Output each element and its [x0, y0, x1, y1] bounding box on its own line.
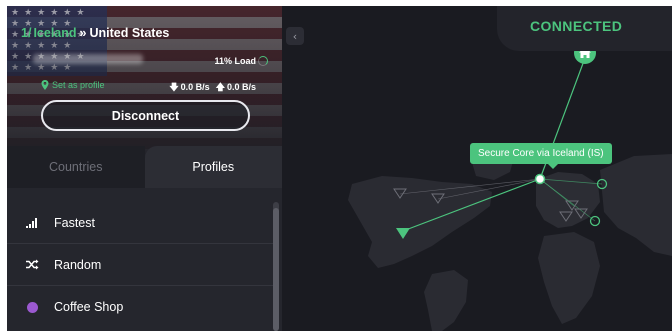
profiles-list: Fastest Random Coffee Shop — [7, 202, 277, 328]
set-as-profile-label: Set as profile — [52, 80, 105, 90]
route-destination: United States — [89, 26, 170, 40]
download-speed-value: 0.0 B/s — [180, 82, 210, 92]
world-map: ‹ CONNECTED Secure Core via Iceland (IS) — [282, 6, 672, 331]
upload-speed-value: 0.0 B/s — [226, 82, 256, 92]
profile-item-fastest[interactable]: Fastest — [7, 202, 277, 244]
africa-landmass — [538, 232, 600, 324]
route-separator: » — [79, 26, 87, 40]
signal-bars-icon — [24, 216, 40, 230]
upload-speed: 🡅 0.0 B/s — [216, 80, 256, 96]
server-load: 11% Load — [214, 56, 256, 66]
vpn-app-window: ★★★★★★ ★★★★★ ★★★★★★ ★★★★★ ★★★★★★ ★★★★★ 1… — [7, 6, 672, 331]
upload-arrow-icon: 🡅 — [215, 83, 225, 93]
north-america-landmass — [348, 176, 492, 268]
pin-icon — [41, 80, 49, 90]
route-via-country: Iceland — [33, 26, 77, 40]
profile-item-label: Coffee Shop — [54, 300, 124, 314]
purple-dot-icon — [26, 301, 38, 313]
connection-header: ★★★★★★ ★★★★★ ★★★★★★ ★★★★★ ★★★★★★ ★★★★★ 1… — [7, 6, 282, 154]
sidebar-tabs: Countries Profiles — [7, 146, 282, 188]
secure-core-tooltip: Secure Core via Iceland (IS) — [470, 143, 612, 169]
asia-landmass — [600, 154, 672, 256]
south-america-landmass — [424, 270, 468, 331]
download-speed: 🡇 0.0 B/s — [169, 80, 209, 96]
profile-item-random[interactable]: Random — [7, 244, 277, 286]
map-canvas — [348, 42, 672, 331]
scrollbar[interactable] — [273, 202, 279, 331]
set-as-profile-link[interactable]: Set as profile — [41, 80, 105, 90]
ip-address-redacted — [33, 54, 143, 64]
traffic-speeds: 🡇 0.0 B/s 🡅 0.0 B/s — [169, 80, 256, 96]
profile-color-dot — [24, 300, 40, 314]
tab-countries[interactable]: Countries — [7, 146, 145, 188]
tab-profiles[interactable]: Profiles — [144, 146, 282, 188]
load-ring-icon — [258, 56, 268, 66]
connection-status: CONNECTED — [530, 18, 623, 34]
profile-item-coffee-shop[interactable]: Coffee Shop — [7, 286, 277, 328]
profile-item-label: Fastest — [54, 215, 95, 230]
shuffle-icon — [24, 258, 40, 272]
secure-core-node[interactable] — [534, 173, 546, 185]
disconnect-button[interactable]: Disconnect — [41, 100, 250, 131]
chevron-left-icon[interactable]: ‹ — [286, 27, 304, 45]
scrollbar-thumb[interactable] — [273, 208, 279, 331]
route-prefix: 1/ — [21, 26, 32, 40]
download-arrow-icon: 🡇 — [169, 83, 179, 93]
sidebar: ★★★★★★ ★★★★★ ★★★★★★ ★★★★★ ★★★★★★ ★★★★★ 1… — [7, 6, 282, 331]
profile-item-label: Random — [54, 257, 102, 272]
connection-route: 1/Iceland» United States — [21, 26, 169, 40]
